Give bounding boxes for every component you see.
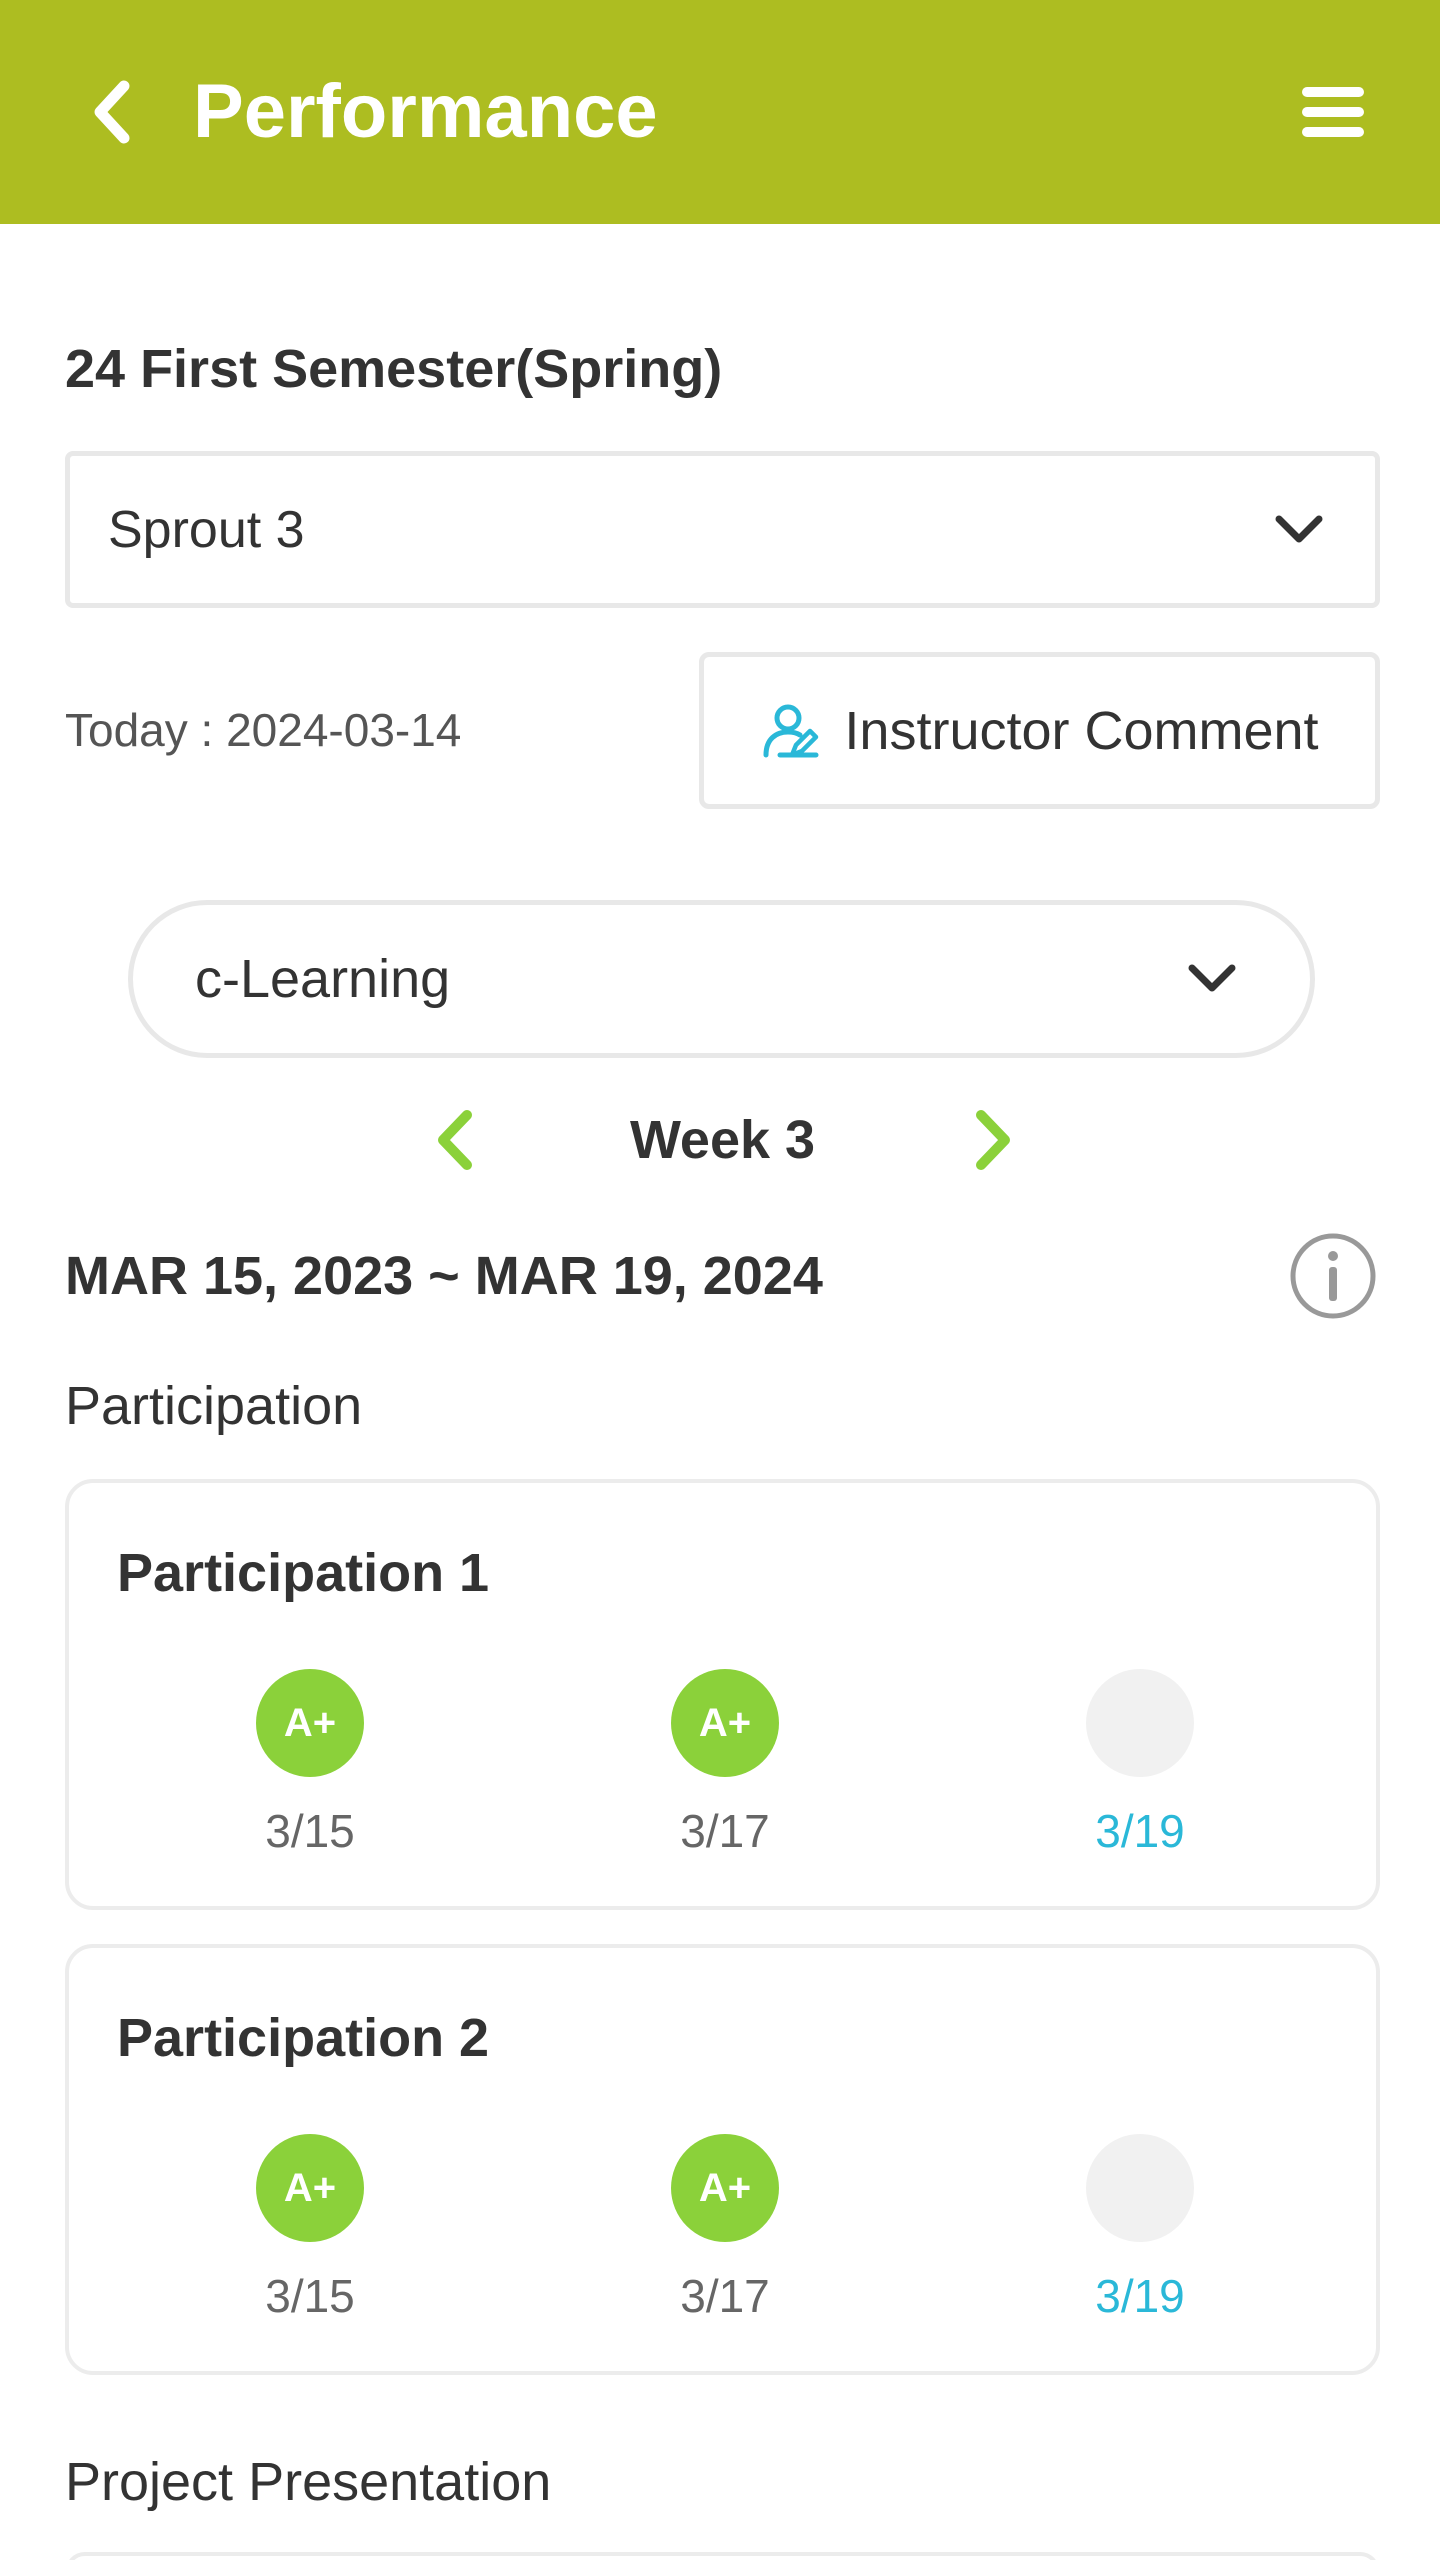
week-label: Week 3 [629, 1110, 816, 1170]
participation-card: Participation 1 A+ 3/15 A+ 3/17 3/19 [65, 1479, 1380, 1910]
date-range: MAR 15, 2023 ~ MAR 19, 2024 [65, 1246, 823, 1306]
learning-type-dropdown[interactable]: c-Learning [128, 900, 1315, 1058]
chevron-right-icon [976, 1110, 1010, 1170]
section-label-project-presentation: Project Presentation [65, 2452, 552, 2512]
grade-badge: A+ [671, 2134, 779, 2242]
grade-badge: A+ [671, 1669, 779, 1777]
today-date: Today : 2024-03-14 [65, 704, 462, 756]
grade-date: 3/17 [680, 1805, 770, 1857]
card-title: Participation 1 [117, 1543, 490, 1603]
section-label-participation: Participation [65, 1376, 363, 1436]
next-week-button[interactable] [958, 1100, 1028, 1180]
chevron-down-icon [1188, 964, 1236, 992]
participation-card: Participation 2 A+ 3/15 A+ 3/17 3/19 [65, 1944, 1380, 2375]
instructor-comment-label: Instructor Comment [844, 700, 1319, 761]
previous-week-button[interactable] [420, 1100, 490, 1180]
grade-date: 3/15 [265, 2270, 355, 2322]
grade-date: 3/15 [265, 1805, 355, 1857]
grade-date: 3/19 [1095, 1805, 1185, 1857]
chevron-left-icon [438, 1110, 472, 1170]
grade-badge-empty [1086, 2134, 1194, 2242]
learning-type-value: c-Learning [195, 949, 451, 1009]
grade-date: 3/17 [680, 2270, 770, 2322]
grade-entry: 3/19 [1040, 2134, 1240, 2326]
grade-badge-empty [1086, 1669, 1194, 1777]
card-title: Participation 2 [117, 2008, 490, 2068]
grade-entry: 3/19 [1040, 1669, 1240, 1861]
menu-button[interactable] [1290, 72, 1376, 152]
class-dropdown[interactable]: Sprout 3 [65, 451, 1380, 608]
grade-entry: A+ 3/15 [210, 1669, 410, 1861]
back-button[interactable] [72, 72, 152, 152]
semester-title: 24 First Semester(Spring) [65, 339, 723, 399]
chevron-down-icon [1275, 515, 1323, 542]
grade-entry: A+ 3/15 [210, 2134, 410, 2326]
project-presentation-card [65, 2552, 1380, 2560]
page-title: Performance [193, 69, 658, 154]
grade-badge: A+ [256, 1669, 364, 1777]
user-edit-icon [763, 704, 819, 757]
app-bar: Performance [0, 0, 1440, 224]
grade-entry: A+ 3/17 [625, 1669, 825, 1861]
chevron-left-icon [94, 80, 130, 144]
hamburger-menu-icon [1302, 87, 1364, 137]
class-dropdown-value: Sprout 3 [108, 500, 305, 559]
grade-badge: A+ [256, 2134, 364, 2242]
info-icon[interactable] [1288, 1231, 1378, 1321]
grade-entry: A+ 3/17 [625, 2134, 825, 2326]
instructor-comment-button[interactable]: Instructor Comment [699, 652, 1380, 809]
grade-date: 3/19 [1095, 2270, 1185, 2322]
